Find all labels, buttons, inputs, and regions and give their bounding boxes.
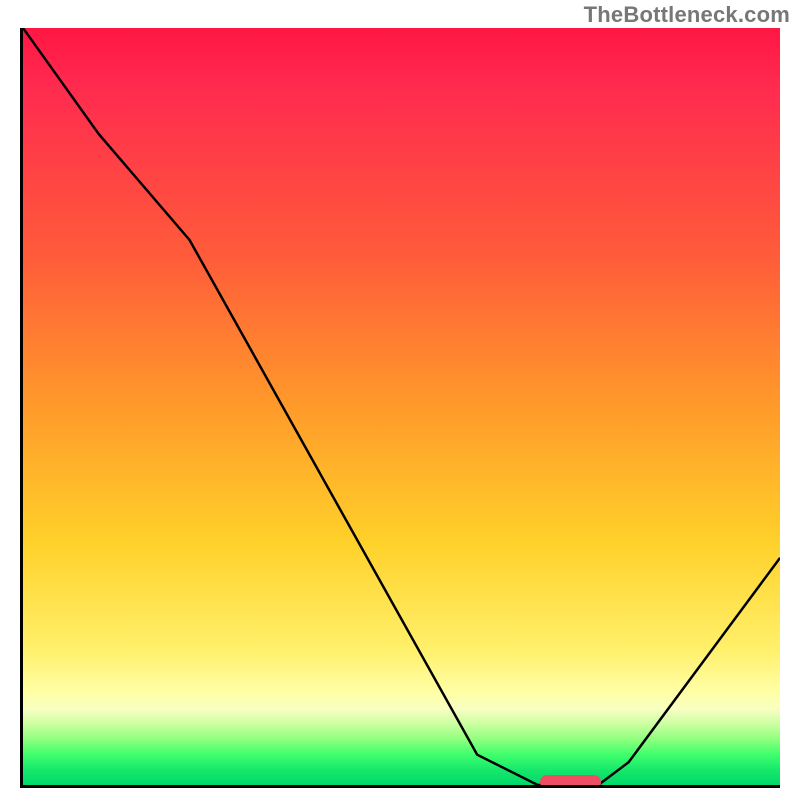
optimal-marker: [540, 775, 601, 788]
chart-container: TheBottleneck.com: [0, 0, 800, 800]
watermark-text: TheBottleneck.com: [584, 2, 790, 28]
plot-area: [20, 28, 780, 788]
bottleneck-curve-path: [23, 28, 780, 785]
curve-svg: [23, 28, 780, 785]
